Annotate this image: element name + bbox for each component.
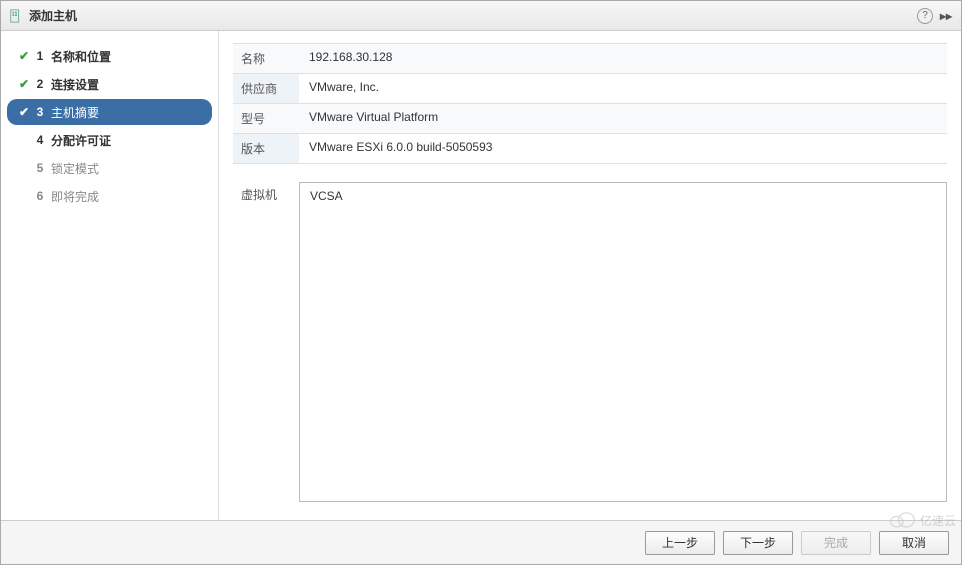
vm-list[interactable]: VCSA bbox=[299, 182, 947, 502]
row-model: 型号 VMware Virtual Platform bbox=[233, 104, 947, 134]
step-ready-complete[interactable]: ✔ 6 即将完成 bbox=[7, 183, 212, 209]
dialog-body: ✔ 1 名称和位置 ✔ 2 连接设置 ✔ 3 主机摘要 ✔ 4 分配许可证 ✔ bbox=[1, 31, 961, 520]
label-name: 名称 bbox=[233, 44, 299, 73]
finish-button: 完成 bbox=[801, 531, 871, 555]
row-version: 版本 VMware ESXi 6.0.0 build-5050593 bbox=[233, 134, 947, 164]
step-name-location[interactable]: ✔ 1 名称和位置 bbox=[7, 43, 212, 69]
label-version: 版本 bbox=[233, 134, 299, 163]
vm-item[interactable]: VCSA bbox=[310, 189, 936, 203]
dialog-title: 添加主机 bbox=[29, 7, 917, 24]
step-host-summary[interactable]: ✔ 3 主机摘要 bbox=[7, 99, 212, 125]
wizard-steps: ✔ 1 名称和位置 ✔ 2 连接设置 ✔ 3 主机摘要 ✔ 4 分配许可证 ✔ bbox=[1, 31, 219, 520]
cancel-button[interactable]: 取消 bbox=[879, 531, 949, 555]
row-name: 名称 192.168.30.128 bbox=[233, 44, 947, 74]
titlebar: 添加主机 ? ▸▸ bbox=[1, 1, 961, 31]
value-name: 192.168.30.128 bbox=[299, 44, 947, 73]
check-icon: ✔ bbox=[17, 49, 31, 63]
host-icon bbox=[9, 9, 23, 23]
step-assign-license[interactable]: ✔ 4 分配许可证 bbox=[7, 127, 212, 153]
label-model: 型号 bbox=[233, 104, 299, 133]
host-summary-table: 名称 192.168.30.128 供应商 VMware, Inc. 型号 VM… bbox=[233, 43, 947, 164]
check-icon: ✔ bbox=[17, 105, 31, 119]
step-connection-settings[interactable]: ✔ 2 连接设置 bbox=[7, 71, 212, 97]
expand-icon[interactable]: ▸▸ bbox=[939, 9, 953, 23]
value-vendor: VMware, Inc. bbox=[299, 74, 947, 103]
check-icon: ✔ bbox=[17, 77, 31, 91]
vm-section: 虚拟机 VCSA bbox=[233, 182, 947, 520]
label-vendor: 供应商 bbox=[233, 74, 299, 103]
content-pane: 名称 192.168.30.128 供应商 VMware, Inc. 型号 VM… bbox=[219, 31, 961, 520]
add-host-dialog: 添加主机 ? ▸▸ ✔ 1 名称和位置 ✔ 2 连接设置 ✔ 3 主机摘要 ✔ … bbox=[0, 0, 962, 565]
step-lockdown-mode[interactable]: ✔ 5 锁定模式 bbox=[7, 155, 212, 181]
footer: 上一步 下一步 完成 取消 bbox=[1, 520, 961, 564]
value-model: VMware Virtual Platform bbox=[299, 104, 947, 133]
back-button[interactable]: 上一步 bbox=[645, 531, 715, 555]
row-vendor: 供应商 VMware, Inc. bbox=[233, 74, 947, 104]
value-version: VMware ESXi 6.0.0 build-5050593 bbox=[299, 134, 947, 163]
label-vms: 虚拟机 bbox=[233, 182, 299, 508]
next-button[interactable]: 下一步 bbox=[723, 531, 793, 555]
help-icon[interactable]: ? bbox=[917, 8, 933, 24]
